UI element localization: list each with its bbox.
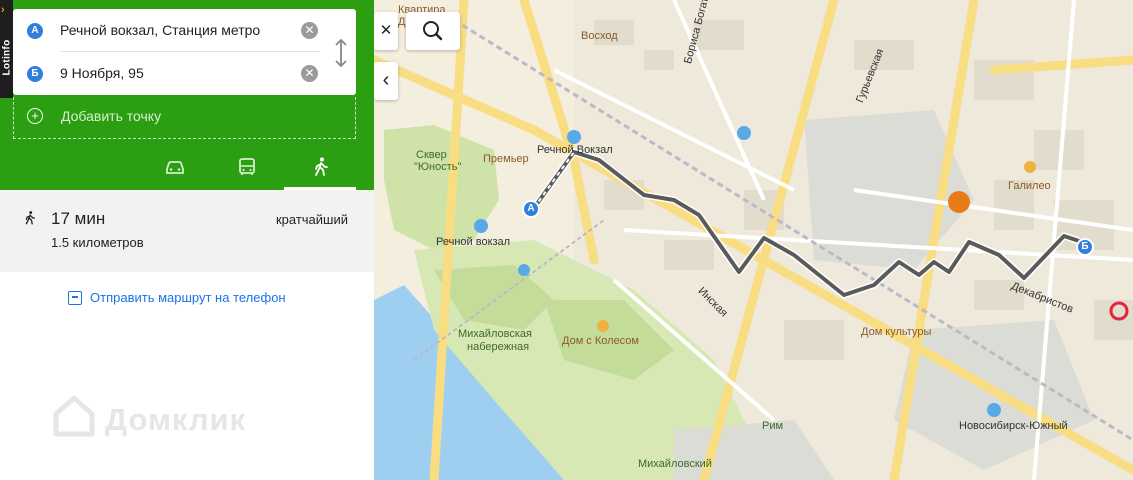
marker-a-icon: А bbox=[27, 23, 43, 39]
to-input[interactable]: 9 Ноября, 95 bbox=[60, 65, 144, 81]
add-point-button[interactable]: + Добавить точку bbox=[13, 97, 356, 139]
route-time: 17 мин bbox=[51, 209, 106, 228]
clear-icon[interactable]: ✕ bbox=[301, 65, 318, 82]
marker-b-icon: Б bbox=[27, 66, 43, 82]
swap-icon[interactable] bbox=[331, 37, 351, 69]
map-label: Галилео bbox=[1008, 180, 1051, 192]
close-map-button[interactable]: ✕ bbox=[374, 12, 398, 50]
house-icon bbox=[53, 395, 95, 437]
route-panel: › Lotinfo А Речной вокзал, Станция метро… bbox=[0, 0, 374, 480]
waypoints-card: А Речной вокзал, Станция метро ✕ Б 9 Ноя… bbox=[13, 9, 356, 95]
cafe-icon bbox=[948, 191, 970, 213]
walk-icon bbox=[25, 211, 36, 225]
search-icon bbox=[423, 21, 443, 41]
map-label: Михайловская bbox=[458, 328, 532, 340]
mode-car-tab[interactable] bbox=[138, 150, 210, 190]
map-label: "Юность" bbox=[414, 161, 462, 173]
map-route-app: › Lotinfo А Речной вокзал, Станция метро… bbox=[0, 0, 1133, 480]
map-label: Речной вокзал bbox=[436, 236, 511, 248]
domclick-watermark: Домклик bbox=[50, 392, 245, 442]
map-label: Речной Вокзал bbox=[537, 144, 613, 156]
search-button[interactable] bbox=[406, 12, 460, 50]
walk-icon bbox=[315, 157, 328, 176]
mode-bus-tab[interactable] bbox=[210, 150, 282, 190]
watermark-text: Домклик bbox=[105, 402, 247, 437]
route-start-marker[interactable]: А bbox=[522, 200, 540, 218]
map-label: Михайловский bbox=[638, 458, 712, 470]
bus-icon bbox=[239, 158, 255, 175]
send-label: Отправить маршрут на телефон bbox=[90, 290, 286, 305]
map-label: Дом культуры bbox=[861, 326, 932, 338]
map-label: Премьер bbox=[483, 153, 529, 165]
send-icon bbox=[68, 291, 82, 305]
map-canvas[interactable]: А Б Квартира Дек Восход Бориса Богаткова… bbox=[374, 0, 1133, 480]
map-label: Восход bbox=[581, 30, 618, 42]
plus-icon: + bbox=[27, 108, 43, 124]
from-field[interactable]: А Речной вокзал, Станция метро ✕ bbox=[13, 9, 338, 51]
map-label: Новосибирск-Южный bbox=[959, 420, 1068, 432]
route-end-marker[interactable]: Б bbox=[1076, 238, 1094, 256]
bus-stop-icon bbox=[474, 219, 488, 233]
collapse-panel-button[interactable]: ‹ bbox=[374, 62, 398, 100]
map-label: набережная bbox=[467, 341, 530, 353]
map-label: Сквер bbox=[416, 149, 447, 161]
route-distance: 1.5 километров bbox=[51, 235, 144, 250]
map-label: Рим bbox=[762, 420, 784, 432]
route-result[interactable]: 17 мин 1.5 километров кратчайший bbox=[0, 190, 374, 272]
mode-walk-tab[interactable] bbox=[284, 150, 356, 190]
route-header: › Lotinfo А Речной вокзал, Станция метро… bbox=[0, 0, 374, 190]
car-icon bbox=[166, 161, 184, 174]
clear-icon[interactable]: ✕ bbox=[301, 22, 318, 39]
to-field[interactable]: Б 9 Ноября, 95 ✕ bbox=[13, 52, 338, 94]
brand-label: Lotinfo bbox=[1, 39, 13, 76]
add-point-label: Добавить точку bbox=[61, 108, 162, 124]
lotinfo-tab[interactable]: › Lotinfo bbox=[0, 0, 13, 98]
chevron-right-icon: › bbox=[1, 4, 5, 16]
from-input[interactable]: Речной вокзал, Станция метро bbox=[60, 22, 260, 38]
route-type-label: кратчайший bbox=[275, 212, 348, 227]
map-label: Дом с Колесом bbox=[562, 335, 639, 347]
metro-icon bbox=[567, 130, 581, 144]
